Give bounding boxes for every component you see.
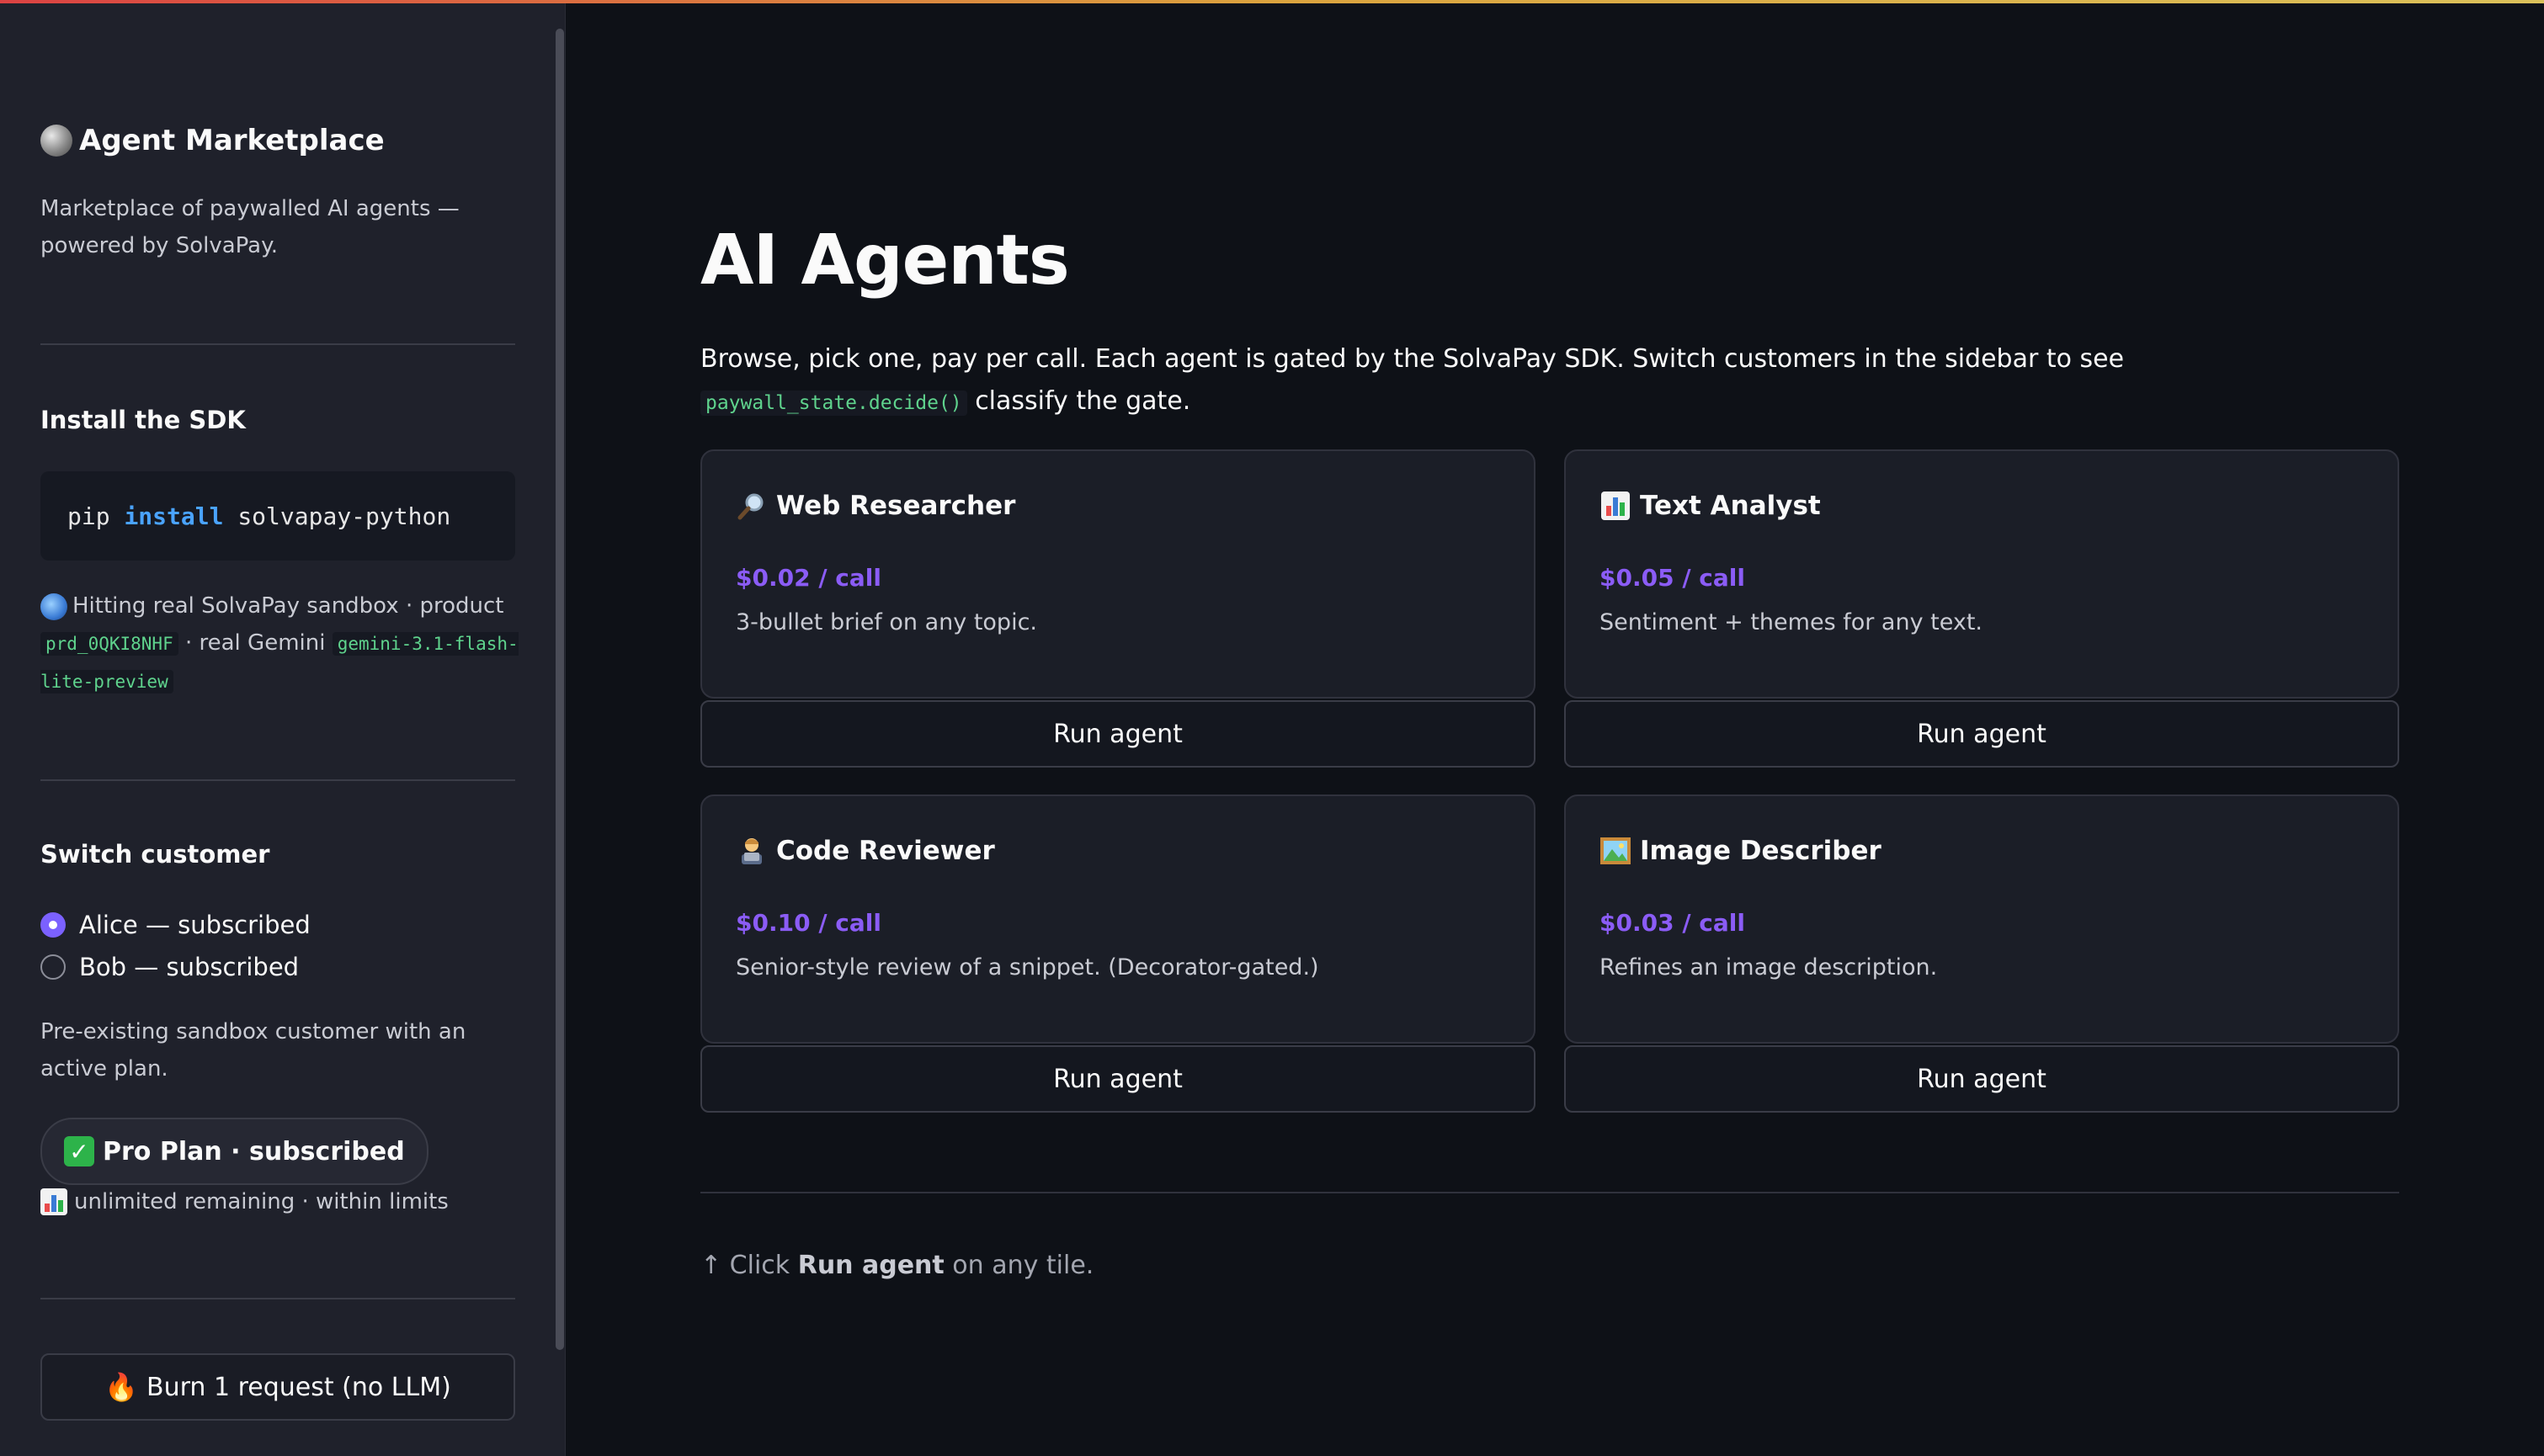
radio-unselected-icon[interactable]	[40, 954, 66, 980]
sandbox-info: Hitting real SolvaPay sandbox · product …	[40, 587, 520, 700]
agent-title: Web Researcher	[736, 490, 1015, 522]
customer-option-alice[interactable]: Alice — subscribed	[40, 911, 311, 939]
plan-badge-text: Pro Plan · subscribed	[103, 1136, 405, 1166]
sidebar-divider	[40, 1298, 515, 1299]
desc-code: paywall_state.decide()	[700, 391, 967, 416]
usage-remaining: unlimited remaining · within limits	[40, 1183, 449, 1220]
customer-note: Pre-existing sandbox customer with an ac…	[40, 1019, 466, 1081]
desc-text-pre: Browse, pick one, pay per call. Each age…	[700, 344, 2125, 374]
customer-label: Alice — subscribed	[79, 911, 311, 939]
globe-with-meridians-icon	[40, 592, 67, 620]
agent-description: Refines an image description.	[1599, 954, 1938, 980]
agent-name: Web Researcher	[776, 491, 1016, 521]
cmd-pip: pip	[67, 502, 110, 530]
desc-text-post: classify the gate.	[975, 386, 1191, 416]
agent-title: Text Analyst	[1599, 490, 1821, 522]
hint-pre: ↑ Click	[700, 1251, 790, 1280]
agent-name: Code Reviewer	[776, 836, 995, 866]
sandbox-info-text2: · real Gemini	[184, 630, 326, 656]
page-title: AI Agents	[700, 221, 1070, 300]
run-agent-button[interactable]: Run agent	[700, 1045, 1535, 1113]
install-code-block[interactable]: pip install solvapay-python	[40, 471, 515, 561]
run-hint: ↑ Click Run agent on any tile.	[700, 1251, 1094, 1280]
magnifier-icon	[736, 490, 768, 522]
hint-bold: Run agent	[797, 1251, 945, 1280]
radio-selected-icon[interactable]	[40, 912, 66, 938]
fire-icon: 🔥	[104, 1371, 139, 1403]
agent-price: $0.02 / call	[736, 564, 881, 592]
agent-card-image-describer: Image Describer $0.03 / call Refines an …	[1564, 794, 2399, 1044]
sidebar-divider	[40, 343, 515, 345]
sandbox-info-text1: Hitting real SolvaPay sandbox · product	[72, 593, 504, 619]
run-agent-button[interactable]: Run agent	[1564, 700, 2399, 768]
switch-customer-heading: Switch customer	[40, 840, 270, 869]
agent-card-web-researcher: Web Researcher $0.02 / call 3-bullet bri…	[700, 449, 1535, 699]
agent-name: Image Describer	[1640, 836, 1881, 866]
main-divider	[700, 1192, 2399, 1193]
agent-card-text-analyst: Text Analyst $0.05 / call Sentiment + th…	[1564, 449, 2399, 699]
hint-post: on any tile.	[952, 1251, 1094, 1280]
agent-title: Code Reviewer	[736, 835, 995, 867]
sidebar-scrollbar[interactable]	[556, 29, 564, 1350]
agent-description: Sentiment + themes for any text.	[1599, 609, 1983, 635]
sidebar-description: Marketplace of paywalled AI agents — pow…	[40, 196, 460, 258]
product-code: prd_0QKI8NHF	[40, 632, 178, 656]
usage-remaining-text: unlimited remaining · within limits	[74, 1189, 449, 1214]
install-heading: Install the SDK	[40, 406, 246, 434]
bar-chart-icon	[40, 1188, 67, 1215]
technologist-icon	[736, 835, 768, 867]
customer-option-bob[interactable]: Bob — subscribed	[40, 953, 299, 981]
agent-price: $0.03 / call	[1599, 909, 1745, 937]
burn-button-label: Burn 1 request (no LLM)	[146, 1372, 451, 1402]
agent-price: $0.10 / call	[736, 909, 881, 937]
plan-status-badge: ✓ Pro Plan · subscribed	[40, 1118, 428, 1185]
agent-description: Senior-style review of a snippet. (Decor…	[736, 954, 1319, 980]
bar-chart-icon	[1599, 490, 1631, 522]
sidebar-title-text: Agent Marketplace	[79, 124, 385, 157]
check-mark-icon: ✓	[64, 1136, 94, 1166]
agent-card-code-reviewer: Code Reviewer $0.10 / call Senior-style …	[700, 794, 1535, 1044]
run-agent-button[interactable]: Run agent	[700, 700, 1535, 768]
agent-price: $0.05 / call	[1599, 564, 1745, 592]
sidebar: Agent Marketplace Marketplace of paywall…	[0, 3, 566, 1456]
agent-title: Image Describer	[1599, 835, 1881, 867]
sidebar-divider	[40, 779, 515, 781]
run-agent-button[interactable]: Run agent	[1564, 1045, 2399, 1113]
framed-picture-icon	[1599, 835, 1631, 867]
sidebar-title: Agent Marketplace	[40, 124, 385, 157]
agent-name: Text Analyst	[1640, 491, 1821, 521]
customer-label: Bob — subscribed	[79, 953, 300, 981]
globe-icon	[40, 125, 72, 157]
cmd-install: install	[124, 502, 224, 530]
page-description: Browse, pick one, pay per call. Each age…	[700, 338, 2384, 424]
cmd-package: solvapay-python	[237, 502, 451, 530]
burn-request-button[interactable]: 🔥 Burn 1 request (no LLM)	[40, 1353, 515, 1421]
agent-description: 3-bullet brief on any topic.	[736, 609, 1038, 635]
